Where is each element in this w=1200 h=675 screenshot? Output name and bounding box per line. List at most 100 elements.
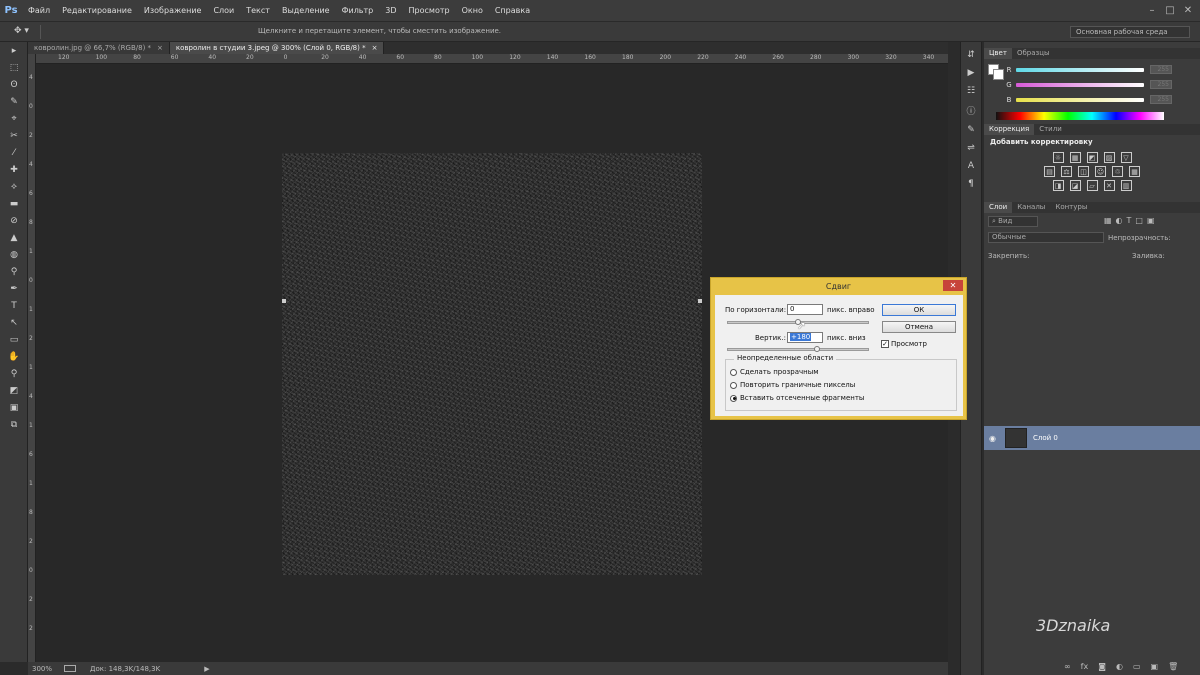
properties-icon[interactable]: ☷	[967, 86, 975, 96]
maximize-icon[interactable]: □	[1162, 4, 1178, 18]
option-transparent[interactable]: Сделать прозрачным	[730, 368, 819, 376]
tab-color[interactable]: Цвет	[984, 48, 1012, 59]
radio-transparent[interactable]	[730, 368, 737, 376]
slider-r[interactable]: R 255	[984, 62, 1172, 77]
menu-item[interactable]: Изображение	[138, 0, 208, 22]
layer-filter-select[interactable]: ⌕ Вид	[988, 216, 1038, 227]
screen-mode-icon[interactable]: ⧉	[4, 417, 24, 433]
menu-item[interactable]: Файл	[22, 0, 56, 22]
tab-adjustments[interactable]: Коррекция	[984, 124, 1035, 135]
workspace-select[interactable]: Основная рабочая среда	[1070, 26, 1190, 38]
history-icon[interactable]: ⇵	[967, 50, 975, 60]
zoom-tool-icon[interactable]: ⚲	[4, 366, 24, 382]
slider-r-value[interactable]: 255	[1150, 65, 1172, 74]
status-arrow-icon[interactable]: ▶	[204, 665, 209, 673]
lasso-tool-icon[interactable]: ʘ	[4, 77, 24, 93]
dialog-close-button[interactable]: ✕	[943, 280, 963, 291]
ok-button[interactable]: ОК	[882, 304, 956, 316]
menu-item[interactable]: Выделение	[276, 0, 336, 22]
slider-b[interactable]: B 255	[984, 92, 1172, 107]
crop-tool-icon[interactable]: ⌖	[4, 111, 24, 127]
color-swatches-icon[interactable]: ◩	[4, 383, 24, 399]
adjustment-icon[interactable]: ◫	[1078, 166, 1089, 177]
status-icon[interactable]	[64, 665, 77, 672]
document-tab[interactable]: ковролин в студии 3.jpeg @ 300% (Слой 0,…	[169, 42, 385, 54]
slider-g[interactable]: G 255	[984, 77, 1172, 92]
marquee-tool-icon[interactable]: ⬚	[4, 60, 24, 76]
layers-footer-icon[interactable]: ▭	[1133, 662, 1141, 671]
carpet-texture-image[interactable]	[282, 153, 702, 575]
adjustment-icon[interactable]: ▦	[1069, 152, 1081, 163]
vertical-input[interactable]: +180	[787, 332, 823, 343]
eye-icon[interactable]: ◉	[989, 434, 999, 443]
preview-checkbox[interactable]: ✓ Просмотр	[881, 340, 927, 348]
quick-mask-icon[interactable]: ▣	[4, 400, 24, 416]
slider-g-track[interactable]	[1016, 82, 1144, 87]
move-tool-icon[interactable]: ✥ ▾	[14, 26, 29, 36]
menu-item[interactable]: 3D	[379, 0, 402, 22]
zoom-level[interactable]: 300%	[32, 665, 52, 673]
cancel-button[interactable]: Отмена	[882, 321, 956, 333]
layer-row[interactable]: ◉ Слой 0	[984, 426, 1200, 450]
eraser-tool-icon[interactable]: ⊘	[4, 213, 24, 229]
layer-filter-icons[interactable]: ▦◐T□▣	[1104, 216, 1159, 225]
radio-repeat[interactable]	[730, 381, 737, 389]
gradient-tool-icon[interactable]: ▲	[4, 230, 24, 246]
option-repeat[interactable]: Повторить граничные пикселы	[730, 381, 855, 389]
layers-footer-icon[interactable]: ◐	[1116, 662, 1123, 671]
color-spectrum[interactable]	[996, 112, 1164, 120]
hand-tool-icon[interactable]: ✋	[4, 349, 24, 365]
type-tool-icon[interactable]: T	[4, 298, 24, 314]
eyedropper-tool-icon[interactable]: ✂	[4, 128, 24, 144]
adjustment-icon[interactable]: ▨	[1103, 152, 1115, 163]
menu-item[interactable]: Редактирование	[56, 0, 138, 22]
radio-wrap[interactable]	[730, 394, 737, 402]
dialog-titlebar[interactable]: Сдвиг ✕	[711, 278, 966, 294]
minimize-icon[interactable]: –	[1144, 4, 1160, 18]
slider-b-track[interactable]	[1016, 97, 1144, 102]
layers-footer-icon[interactable]: ▣	[1151, 662, 1159, 671]
healing-tool-icon[interactable]: ⁄	[4, 145, 24, 161]
layer-thumbnail[interactable]	[1005, 428, 1027, 448]
menu-item[interactable]: Фильтр	[336, 0, 380, 22]
vertical-slider-thumb[interactable]	[814, 346, 820, 352]
horizontal-input[interactable]: 0	[787, 304, 823, 315]
slider-r-track[interactable]	[1016, 67, 1144, 72]
tab-paths[interactable]: Контуры	[1050, 202, 1092, 213]
menu-item[interactable]: Слои	[207, 0, 240, 22]
slider-b-value[interactable]: 255	[1150, 95, 1172, 104]
adjustment-icon[interactable]: ▥	[1120, 180, 1132, 191]
pen-tool-icon[interactable]: ✒	[4, 281, 24, 297]
layers-footer-icon[interactable]: ◙	[1098, 662, 1106, 671]
slider-g-value[interactable]: 255	[1150, 80, 1172, 89]
adjustment-icon[interactable]: ☼	[1052, 152, 1064, 163]
move-tool-icon[interactable]: ▸	[4, 43, 24, 59]
adjustment-icon[interactable]: ▽	[1120, 152, 1132, 163]
adjustment-icon[interactable]: ◩	[1086, 152, 1098, 163]
tab-swatches[interactable]: Образцы	[1012, 48, 1055, 59]
vertical-slider-track[interactable]	[727, 348, 869, 351]
option-wrap[interactable]: Вставить отсеченные фрагменты	[730, 394, 864, 402]
brush-presets-icon[interactable]: ⇌	[967, 143, 975, 153]
adjustment-icon[interactable]: ✕	[1103, 180, 1115, 191]
character-icon[interactable]: A	[968, 161, 974, 171]
tab-close-icon[interactable]: ×	[157, 44, 163, 52]
adjustment-icon[interactable]: ♲	[1112, 166, 1123, 177]
quick-select-tool-icon[interactable]: ✎	[4, 94, 24, 110]
history-brush-tool-icon[interactable]: ▬	[4, 196, 24, 212]
adjustment-icon[interactable]: ▦	[1129, 166, 1140, 177]
adjustment-icon[interactable]: ▤	[1044, 166, 1055, 177]
tab-channels[interactable]: Каналы	[1012, 202, 1050, 213]
layers-footer-icon[interactable]: ∞	[1064, 662, 1071, 671]
info-icon[interactable]: ⓘ	[966, 104, 975, 117]
brush-icon[interactable]: ✎	[967, 125, 975, 135]
menu-item[interactable]: Просмотр	[403, 0, 456, 22]
adjustment-icon[interactable]: ⚖	[1061, 166, 1072, 177]
adjustment-icon[interactable]: ▱	[1086, 180, 1098, 191]
adjustment-icon[interactable]: ☺	[1095, 166, 1106, 177]
paragraph-icon[interactable]: ¶	[968, 179, 974, 189]
brush-tool-icon[interactable]: ✚	[4, 162, 24, 178]
layer-name[interactable]: Слой 0	[1033, 434, 1058, 442]
blur-tool-icon[interactable]: ◍	[4, 247, 24, 263]
tab-styles[interactable]: Стили	[1034, 124, 1067, 135]
